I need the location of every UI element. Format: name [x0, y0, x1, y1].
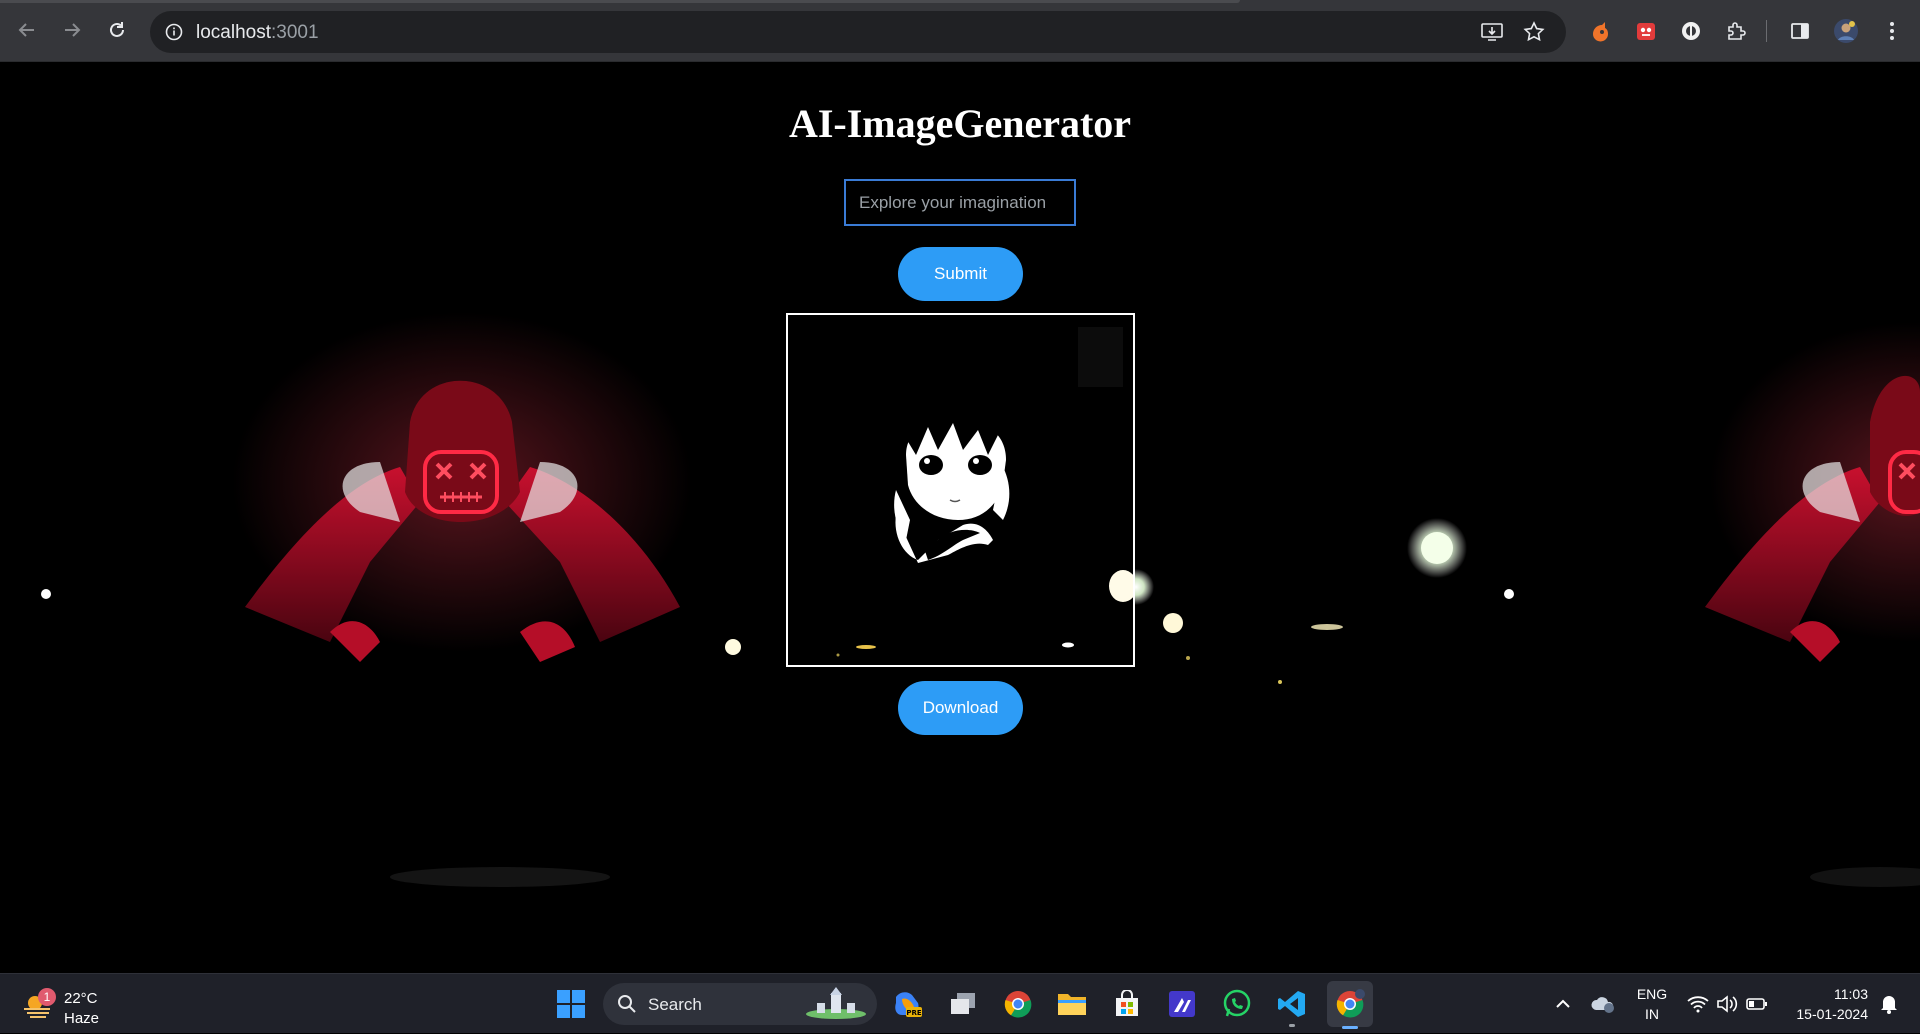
tab-strip-edge	[0, 0, 1240, 3]
taskbar-search[interactable]: Search	[603, 983, 877, 1025]
code-editor-icon[interactable]	[1162, 984, 1202, 1024]
weather-widget[interactable]: 1 22°C Haze	[20, 982, 110, 1027]
browser-toolbar: localhost:3001	[0, 0, 1920, 62]
search-highlight-icon	[803, 987, 869, 1026]
file-explorer-icon[interactable]	[1052, 984, 1092, 1024]
page-viewport: AI-ImageGenerator Submit Download	[0, 62, 1920, 973]
url-port: :3001	[271, 22, 319, 43]
side-panel-icon[interactable]	[1786, 17, 1814, 45]
task-view-icon[interactable]	[943, 984, 983, 1024]
download-button[interactable]: Download	[898, 681, 1023, 735]
profile-avatar-icon[interactable]	[1832, 17, 1860, 45]
running-indicator	[1289, 1024, 1295, 1027]
clock-time: 11:03	[1834, 986, 1868, 1002]
chrome-icon[interactable]	[998, 984, 1038, 1024]
volume-icon[interactable]	[1713, 974, 1741, 1034]
bookmark-star-icon[interactable]	[1522, 20, 1546, 44]
notification-bell-icon[interactable]	[1874, 974, 1904, 1034]
whatsapp-icon[interactable]	[1217, 984, 1257, 1024]
extension-red-icon[interactable]	[1632, 17, 1660, 45]
forward-arrow-icon[interactable]	[55, 13, 89, 47]
install-app-icon[interactable]	[1480, 20, 1504, 44]
svg-text:PRE: PRE	[906, 1009, 922, 1017]
language-region: IN	[1645, 1006, 1659, 1022]
back-arrow-icon[interactable]	[10, 13, 44, 47]
onedrive-weather-icon[interactable]	[1586, 974, 1620, 1034]
microsoft-store-icon[interactable]	[1107, 984, 1147, 1024]
language-indicator[interactable]: ENG IN	[1630, 974, 1674, 1034]
start-icon[interactable]	[551, 984, 591, 1024]
more-menu-icon[interactable]	[1878, 17, 1906, 45]
extensions-puzzle-icon[interactable]	[1722, 17, 1750, 45]
wifi-icon[interactable]	[1684, 974, 1712, 1034]
language-code: ENG	[1636, 986, 1668, 1002]
chrome-profile-icon[interactable]	[1327, 981, 1373, 1029]
active-indicator	[1342, 1026, 1358, 1029]
system-clock[interactable]: 11:03 15-01-2024	[1780, 974, 1868, 1034]
submit-button[interactable]: Submit	[898, 247, 1023, 301]
page-title: AI-ImageGenerator	[788, 101, 1132, 146]
weather-notification-badge: 1	[38, 988, 56, 1006]
url-host: localhost	[196, 22, 271, 43]
prompt-input[interactable]	[844, 179, 1076, 226]
windows-taskbar: 1 22°C Haze Search PRE ENG IN 11:03 15-0…	[0, 973, 1920, 1033]
url-text[interactable]: localhost:3001	[196, 22, 319, 44]
toolbar-separator	[1766, 20, 1767, 42]
site-info-icon[interactable]	[162, 20, 186, 44]
battery-icon[interactable]	[1743, 974, 1771, 1034]
weather-condition: Haze	[64, 1010, 100, 1027]
search-label: Search	[648, 995, 702, 1014]
vscode-icon[interactable]	[1272, 984, 1312, 1027]
generated-image	[786, 313, 1135, 667]
generated-image-art	[788, 315, 1133, 665]
clock-date: 15-01-2024	[1796, 1006, 1868, 1022]
chevron-up-icon[interactable]	[1548, 974, 1578, 1034]
reload-icon[interactable]	[100, 13, 134, 47]
search-icon	[617, 994, 637, 1019]
copilot-icon[interactable]: PRE	[887, 984, 927, 1024]
address-bar[interactable]: localhost:3001	[150, 11, 1566, 53]
extension-fox-icon[interactable]	[1586, 17, 1614, 45]
hooded-figure-left	[232, 312, 692, 662]
extension-circle-icon[interactable]	[1677, 17, 1705, 45]
hooded-figure-right	[1705, 322, 1920, 662]
weather-temperature: 22°C	[64, 990, 98, 1007]
